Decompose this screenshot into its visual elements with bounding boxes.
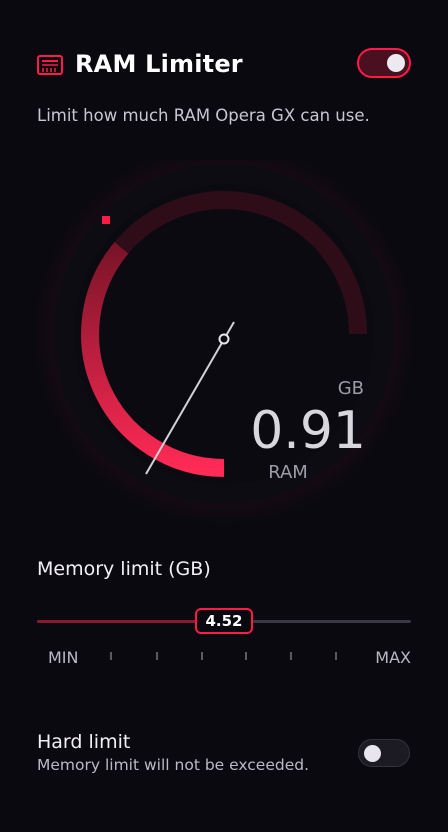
gauge-needle-pivot [218,333,230,345]
toggle-knob [364,745,381,762]
slider-tick [110,652,112,660]
page-title: RAM Limiter [75,50,243,78]
slider-tick [335,652,337,660]
slider-tick [156,652,158,660]
slider-min-label: MIN [48,648,79,667]
slider-tick [290,652,292,660]
ram-limiter-panel: RAM Limiter Limit how much RAM Opera GX … [0,0,448,832]
slider-tick [245,652,247,660]
gauge-value: 0.91 [250,401,366,461]
subtitle: Limit how much RAM Opera GX can use. [37,106,370,125]
memory-limit-slider[interactable]: 4.52 MIN MAX [37,600,411,680]
hard-limit-toggle[interactable] [358,739,410,767]
slider-max-label: MAX [375,648,411,667]
ram-limiter-toggle[interactable] [357,48,411,78]
slider-thumb[interactable]: 4.52 [195,608,253,634]
gauge-limit-marker [102,216,110,224]
header: RAM Limiter [37,48,417,84]
gauge-label: RAM [268,462,308,483]
ram-chip-icon [37,55,63,75]
memory-limit-label: Memory limit (GB) [37,558,211,580]
gauge-unit: GB [338,378,364,399]
ram-gauge: GB 0.91 RAM [34,160,414,524]
hard-limit-description: Memory limit will not be exceeded. [37,756,310,774]
hard-limit-label: Hard limit [37,731,131,753]
toggle-knob [387,54,405,72]
slider-tick [201,652,203,660]
